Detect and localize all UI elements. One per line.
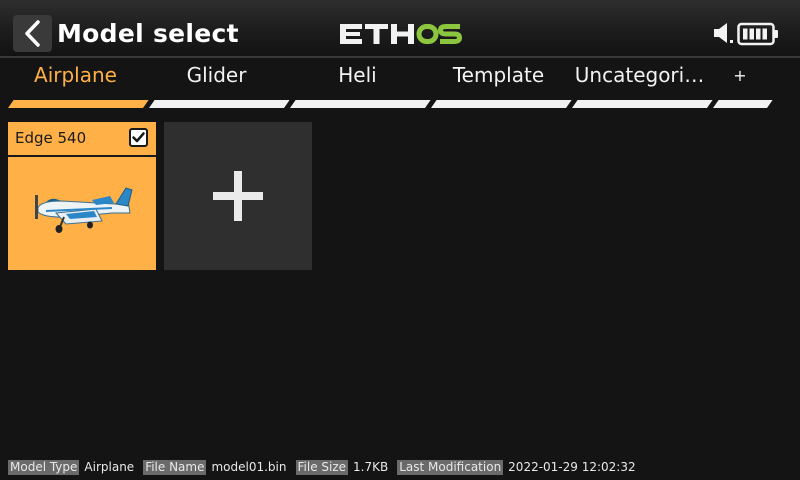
checkmark-icon [132, 132, 145, 143]
tab-indicator [713, 100, 773, 108]
header-bar: Model select [0, 0, 800, 58]
file-name-value: model01.bin [211, 459, 287, 474]
file-size-value: 1.7KB [353, 459, 389, 474]
model-name: Edge 540 [15, 129, 87, 147]
tab-indicator [431, 100, 572, 108]
tab-label: Heli [338, 63, 377, 87]
battery-icon [737, 22, 778, 46]
file-name-label: File Name [143, 459, 207, 475]
tab-label: + [733, 66, 747, 85]
plus-icon [213, 171, 263, 221]
tab-label: Uncategori… [574, 63, 705, 87]
ethos-logo [340, 24, 463, 44]
model-tile-edge-540[interactable]: Edge 540 [8, 122, 156, 270]
tab-uncategorized[interactable]: Uncategori… [572, 60, 713, 112]
file-size-label: File Size [295, 459, 349, 475]
category-tabs: Airplane Glider Heli Template Uncategori… [0, 60, 800, 112]
last-modification-value: 2022-01-29 12:02:32 [508, 459, 636, 474]
page-title: Model select [57, 19, 239, 48]
tab-indicator [149, 100, 290, 108]
tab-template[interactable]: Template [431, 60, 572, 112]
model-type-value: Airplane [84, 459, 135, 474]
speaker-icon[interactable] [712, 21, 734, 45]
tab-label: Template [452, 63, 545, 87]
tab-indicator [572, 100, 713, 108]
status-bar: Model Type Airplane File Name model01.bi… [8, 459, 645, 475]
tab-label: Glider [186, 63, 247, 87]
tab-label: Airplane [34, 63, 117, 87]
tab-indicator [290, 100, 431, 108]
tab-airplane[interactable]: Airplane [8, 60, 149, 112]
header-divider [0, 56, 800, 58]
back-button[interactable] [13, 15, 52, 52]
tile-divider [8, 155, 156, 157]
last-modification-label: Last Modification [397, 459, 504, 475]
tab-indicator [8, 100, 149, 108]
add-model-tile[interactable] [164, 122, 312, 270]
airplane-icon [35, 187, 133, 233]
chevron-left-icon [25, 20, 40, 47]
tab-glider[interactable]: Glider [149, 60, 290, 112]
tab-heli[interactable]: Heli [290, 60, 431, 112]
model-selected-checkbox[interactable] [129, 128, 148, 147]
tab-add-category[interactable]: + [713, 60, 773, 112]
model-type-label: Model Type [8, 459, 80, 475]
